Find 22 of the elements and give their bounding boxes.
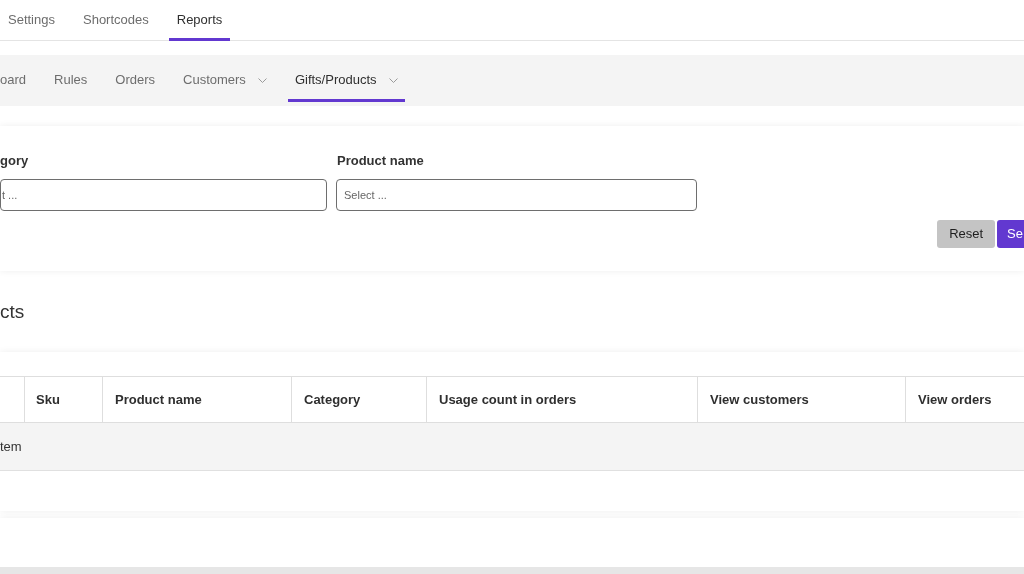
submit-button[interactable]: Se — [997, 220, 1024, 248]
nav-tab[interactable]: Settings — [0, 0, 63, 41]
section-heading: cts — [0, 300, 25, 324]
column-header: Sku — [36, 390, 60, 409]
sub-nav-tab[interactable]: oard — [0, 55, 34, 102]
sub-nav-tab[interactable]: Customers — [176, 55, 274, 102]
sub-nav-tab[interactable]: Orders — [108, 55, 162, 102]
column-header: Product name — [115, 390, 202, 409]
select-field[interactable]: Select ... — [336, 179, 697, 211]
column-header: Category — [304, 390, 361, 409]
column-header: Usage count in orders — [439, 390, 577, 409]
nav-tab[interactable]: Shortcodes — [75, 0, 157, 41]
sub-nav-tab[interactable]: Rules — [47, 55, 95, 102]
field-label: Product name — [337, 152, 424, 170]
field-label: gory — [0, 152, 29, 170]
select-field[interactable]: t ... — [0, 179, 327, 211]
nav-tab[interactable]: Reports — [168, 0, 231, 41]
column-header: View customers — [710, 390, 809, 409]
reset-button[interactable]: Reset — [937, 220, 996, 248]
column-header: View orders — [918, 390, 992, 409]
sub-nav-tab[interactable]: Gifts/Products — [287, 55, 405, 102]
empty-message: tem — [0, 437, 22, 456]
